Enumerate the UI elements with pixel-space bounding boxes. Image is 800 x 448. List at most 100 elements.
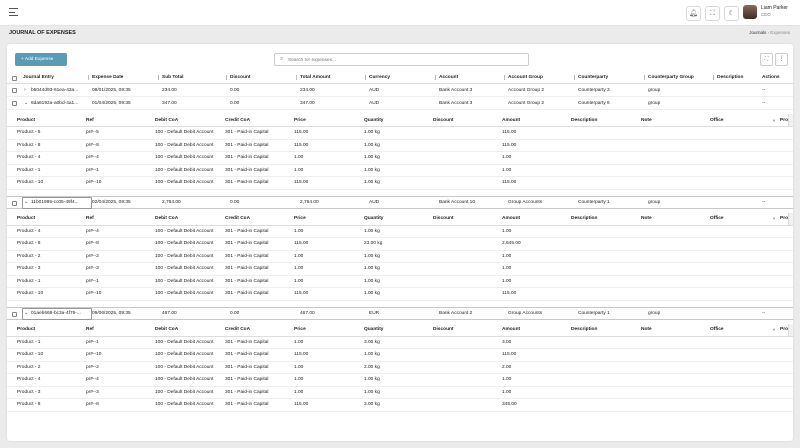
line-ref: pr#--2 [86,253,99,259]
more-options-button[interactable]: ⋮ [775,53,788,66]
line-product: Product - 2 [17,253,41,259]
line-amount: 1.00 [502,253,512,259]
subheader-credit-coa: Credit CoA [225,216,251,221]
line-amount: 1.00 [502,167,512,173]
line-quantity: 2.00 kg [364,364,380,370]
line-items-header: Product Ref Debit CoA Credit CoA Price Quanti… [7,323,793,337]
line-description [571,387,637,399]
subheader-product: Product [17,327,36,332]
line-office [710,238,776,250]
line-amount: 1.00 [502,377,512,383]
line-discount [433,349,498,361]
line-description [571,263,637,275]
line-ref: pr#--10 [86,180,102,186]
horizontal-scroll-handle[interactable] [788,212,793,225]
line-ref: pr#--4 [86,228,99,234]
cell-counterparty-group: group [648,100,661,106]
table-row[interactable]: ⌄ 01aeb668-bc3a-4f76-... 09/06/2025, 09:35… [7,306,793,320]
cell-account-group: Account Group 2 [508,87,544,93]
breadcrumb: Journals › Expenses [749,30,790,35]
sort-icon[interactable]: ▼ [772,213,776,225]
line-amount: 2,645.00 [502,241,521,247]
user-menu[interactable]: Liam Parker CEO [740,3,798,23]
column-header-counterparty: Counterparty [578,75,609,80]
line-quantity: 1.00 kg [364,266,380,272]
cell-counterparty-group: group [648,87,661,93]
line-debit-coa: 100 - Default Debit Account [155,155,214,161]
line-description [571,165,637,177]
subheader-debit-coa: Debit CoA [155,216,179,221]
add-expense-button[interactable]: + Add Expense [15,53,67,66]
column-header-description: Description [717,75,744,80]
line-note [641,374,706,386]
line-office [710,251,776,263]
table-header: Journal Entry Expense Date Sub Total Discou… [7,72,793,84]
table-row[interactable]: ⌄ 6da6192a-a0bd-4a1... 01/04/2025, 09:35 34… [7,97,793,110]
cell-expense-date: 01/04/2025, 09:35 [92,100,131,106]
table-row[interactable]: › b5044d93-61ea-43a... 08/01/2025, 09:35 23… [7,84,793,97]
line-office [710,288,776,300]
line-credit-coa: 301 - Paid-in Capital [225,278,269,284]
row-checkbox[interactable] [12,88,17,93]
expand-icon[interactable]: › [24,84,26,96]
line-discount [433,374,498,386]
menu-icon[interactable] [9,8,18,16]
table-row[interactable]: ⌄ 11b01995-cc05-49f4... 02/04/2025, 09:35 2… [7,195,793,209]
line-note [641,399,706,411]
line-price: 1.00 [294,266,304,272]
line-description [571,251,637,263]
column-divider [296,75,297,80]
cell-journal-entry: 11b01995-cc05-49f4... [31,199,79,205]
line-item-row: Product - 2 pr#--2 100 - Default Debit Acc… [7,362,793,374]
row-checkbox[interactable] [12,200,17,206]
sort-icon[interactable]: ▼ [772,324,776,336]
cell-expense-date: 08/01/2025, 09:35 [92,87,131,93]
subheader-amount: Amount [502,327,521,332]
subheader-ref: Ref [86,216,94,221]
column-divider [574,75,575,80]
line-quantity: 1.00 kg [364,180,380,186]
cell-description [717,197,758,208]
line-credit-coa: 301 - Paid-in Capital [225,130,269,136]
line-ref: pr#--1 [86,339,99,345]
line-price: 1.00 [294,155,304,161]
line-price: 1.00 [294,364,304,370]
moon-icon[interactable]: ☾ [724,6,739,21]
row-checkbox[interactable] [12,101,17,106]
breadcrumb-journals[interactable]: Journals [749,30,766,35]
select-all-checkbox[interactable] [12,76,17,81]
line-price: 115.00 [294,180,309,186]
subheader-product: Product [17,117,36,123]
bell-icon[interactable]: 🔔︎ [686,6,701,21]
search-input[interactable] [288,56,518,64]
expand-icon[interactable]: ⛶ [760,53,773,66]
line-amount: 115.00 [502,352,517,358]
line-item-row: Product - 10 pr#--10 100 - Default Debit A… [7,349,793,362]
search-icon: ⌕ [280,56,284,62]
line-product: Product - 8 [17,142,41,148]
row-checkbox[interactable] [12,311,17,317]
collapse-icon[interactable]: ⌄ [24,97,28,109]
cell-description [717,84,758,96]
line-quantity: 1.00 kg [364,142,380,148]
line-description [571,362,637,374]
cell-journal-entry: 6da6192a-a0bd-4a1... [31,100,79,106]
subheader-quantity: Quantity [364,216,384,221]
fullscreen-icon[interactable]: ⛶ [705,6,720,21]
line-discount [433,276,498,288]
sort-icon[interactable]: ▼ [772,114,776,126]
subheader-price: Price [294,117,306,123]
cell-currency: AUD [369,199,380,205]
line-item-row: Product - 5 pr#--5 100 - Default Debit Acc… [7,127,793,140]
line-item-row: Product - 10 pr#--10 100 - Default Debit A… [7,288,793,301]
subheader-credit-coa: Credit CoA [225,117,251,123]
collapse-icon[interactable]: ⌄ [24,197,28,208]
cell-sub-total: 347.00 [162,100,177,106]
line-discount [433,399,498,411]
line-description [571,374,637,386]
horizontal-scroll-handle[interactable] [788,114,793,126]
line-description [571,288,637,300]
line-note [641,276,706,288]
collapse-icon[interactable]: ⌄ [24,308,28,319]
horizontal-scroll-handle[interactable] [788,323,793,336]
